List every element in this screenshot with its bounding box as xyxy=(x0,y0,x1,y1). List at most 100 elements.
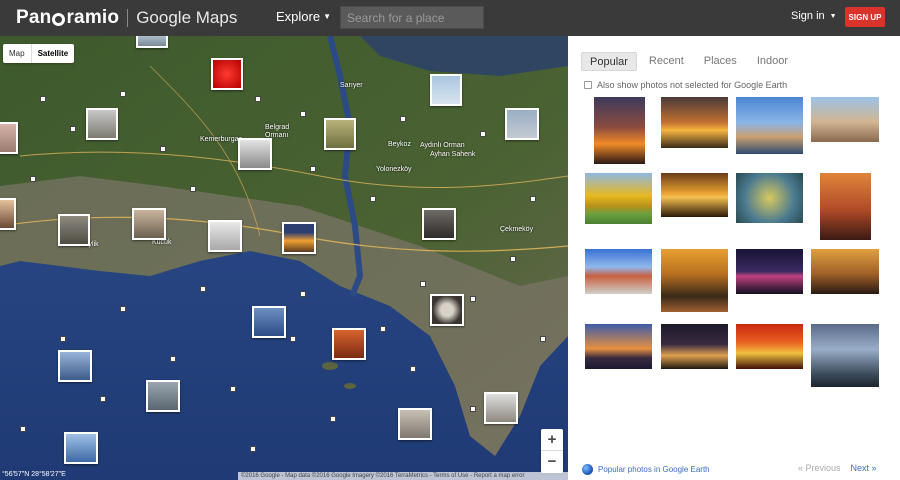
photo-thumbnail[interactable] xyxy=(811,324,879,387)
also-show-label: Also show photos not selected for Google… xyxy=(597,80,788,90)
map-photo-thumb[interactable] xyxy=(208,220,242,252)
also-show-checkbox[interactable] xyxy=(584,81,592,89)
photo-thumbnail[interactable] xyxy=(585,249,652,294)
photo-marker[interactable] xyxy=(540,336,546,342)
map-photo-thumb[interactable] xyxy=(252,306,286,338)
map-photo-thumb[interactable] xyxy=(430,74,462,106)
photo-marker[interactable] xyxy=(255,96,261,102)
previous-link[interactable]: « Previous xyxy=(798,463,841,473)
map-type-map-button[interactable]: Map xyxy=(3,44,31,63)
photo-thumbnail[interactable] xyxy=(594,97,645,164)
map-label: Yolonezköy xyxy=(376,166,412,173)
map-photo-thumb[interactable] xyxy=(398,408,432,440)
map-photo-thumb[interactable] xyxy=(146,380,180,412)
photo-thumbnail[interactable] xyxy=(820,173,871,240)
photo-marker[interactable] xyxy=(470,406,476,412)
google-earth-link-label: Popular photos in Google Earth xyxy=(598,465,710,474)
photo-marker[interactable] xyxy=(70,126,76,132)
photo-marker[interactable] xyxy=(400,116,406,122)
map-photo-thumb[interactable] xyxy=(282,222,316,254)
map-photo-thumb[interactable] xyxy=(0,122,18,154)
tab-places[interactable]: Places xyxy=(696,52,745,71)
search-input[interactable] xyxy=(340,6,484,29)
photo-marker[interactable] xyxy=(410,366,416,372)
photo-thumbnail[interactable] xyxy=(811,97,879,142)
tab-recent[interactable]: Recent xyxy=(641,52,692,71)
photo-thumbnail[interactable] xyxy=(585,173,652,224)
photo-thumbnail[interactable] xyxy=(811,249,879,294)
map-type-satellite-button[interactable]: Satellite xyxy=(30,44,75,63)
map-photo-thumb[interactable] xyxy=(324,118,356,150)
map-photo-thumb[interactable] xyxy=(238,138,272,170)
next-link[interactable]: Next » xyxy=(851,463,877,473)
photo-marker[interactable] xyxy=(250,446,256,452)
photo-marker[interactable] xyxy=(480,131,486,137)
photo-thumbnail[interactable] xyxy=(736,249,803,294)
photo-marker[interactable] xyxy=(230,386,236,392)
map-photo-thumb[interactable] xyxy=(484,392,518,424)
photo-marker[interactable] xyxy=(530,196,536,202)
photo-marker[interactable] xyxy=(300,111,306,117)
photo-marker[interactable] xyxy=(120,306,126,312)
map-attribution[interactable]: ©2016 Google - Map data ©2016 Google Ima… xyxy=(238,472,568,480)
logo-pano-start: Pan xyxy=(16,7,52,28)
signup-button[interactable]: SIGN UP xyxy=(845,7,885,27)
photo-thumbnail[interactable] xyxy=(736,324,803,369)
photo-marker[interactable] xyxy=(510,256,516,262)
photo-marker[interactable] xyxy=(160,146,166,152)
photo-marker[interactable] xyxy=(310,166,316,172)
map-photo-thumb[interactable] xyxy=(58,214,90,246)
photo-thumbnail[interactable] xyxy=(736,97,803,154)
photo-marker[interactable] xyxy=(30,176,36,182)
map-photo-thumb[interactable] xyxy=(505,108,539,140)
map-photo-thumb[interactable] xyxy=(132,208,166,240)
photo-thumbnail[interactable] xyxy=(661,97,728,148)
google-earth-link[interactable]: Popular photos in Google Earth xyxy=(582,464,710,475)
map-label: Çekmeköy xyxy=(500,226,534,233)
photo-marker[interactable] xyxy=(190,186,196,192)
photo-marker[interactable] xyxy=(300,291,306,297)
zoom-out-button[interactable]: − xyxy=(541,451,563,473)
photo-marker[interactable] xyxy=(470,296,476,302)
photo-marker[interactable] xyxy=(120,91,126,97)
photo-marker[interactable] xyxy=(380,326,386,332)
photo-marker[interactable] xyxy=(330,416,336,422)
pagination: « Previous Next » xyxy=(798,463,877,473)
logo-divider xyxy=(127,9,129,27)
photo-marker[interactable] xyxy=(420,281,426,287)
map-photo-thumb[interactable] xyxy=(430,294,464,326)
map-label: Kücük xyxy=(152,239,172,246)
photo-marker[interactable] xyxy=(370,196,376,202)
map-photo-thumb[interactable] xyxy=(211,58,243,90)
map-photo-thumb[interactable] xyxy=(136,36,168,48)
map-photo-thumb[interactable] xyxy=(422,208,456,240)
explore-menu[interactable]: Explore ▼ xyxy=(276,9,331,24)
panoramio-logo[interactable]: Pan ramio Google Maps xyxy=(16,7,237,29)
photo-thumbnail[interactable] xyxy=(661,324,728,369)
tab-popular[interactable]: Popular xyxy=(581,52,637,71)
map-photo-thumb[interactable] xyxy=(0,198,16,230)
also-show-option[interactable]: Also show photos not selected for Google… xyxy=(584,80,787,90)
satellite-map[interactable]: Belgrad Ormanı Aydınlı Orman Ayhan Sahen… xyxy=(0,36,568,480)
map-photo-thumb[interactable] xyxy=(86,108,118,140)
map-terrain xyxy=(0,36,568,480)
map-photo-thumb[interactable] xyxy=(58,350,92,382)
photo-marker[interactable] xyxy=(60,336,66,342)
photo-marker[interactable] xyxy=(20,426,26,432)
photo-marker[interactable] xyxy=(200,286,206,292)
photo-thumbnail[interactable] xyxy=(661,173,728,217)
zoom-in-button[interactable]: + xyxy=(541,429,563,451)
tab-indoor[interactable]: Indoor xyxy=(749,52,796,71)
map-photo-thumb[interactable] xyxy=(64,432,98,464)
map-label: Belgrad xyxy=(265,124,290,131)
photo-marker[interactable] xyxy=(170,356,176,362)
photo-thumbnail[interactable] xyxy=(661,249,728,312)
signin-menu[interactable]: Sign in ▼ xyxy=(791,10,837,22)
photo-marker[interactable] xyxy=(290,336,296,342)
photo-marker[interactable] xyxy=(40,96,46,102)
photo-marker[interactable] xyxy=(100,396,106,402)
map-photo-thumb[interactable] xyxy=(332,328,366,360)
map-type-control: Map Satellite xyxy=(3,44,75,63)
photo-thumbnail[interactable] xyxy=(736,173,803,223)
photo-thumbnail[interactable] xyxy=(585,324,652,369)
